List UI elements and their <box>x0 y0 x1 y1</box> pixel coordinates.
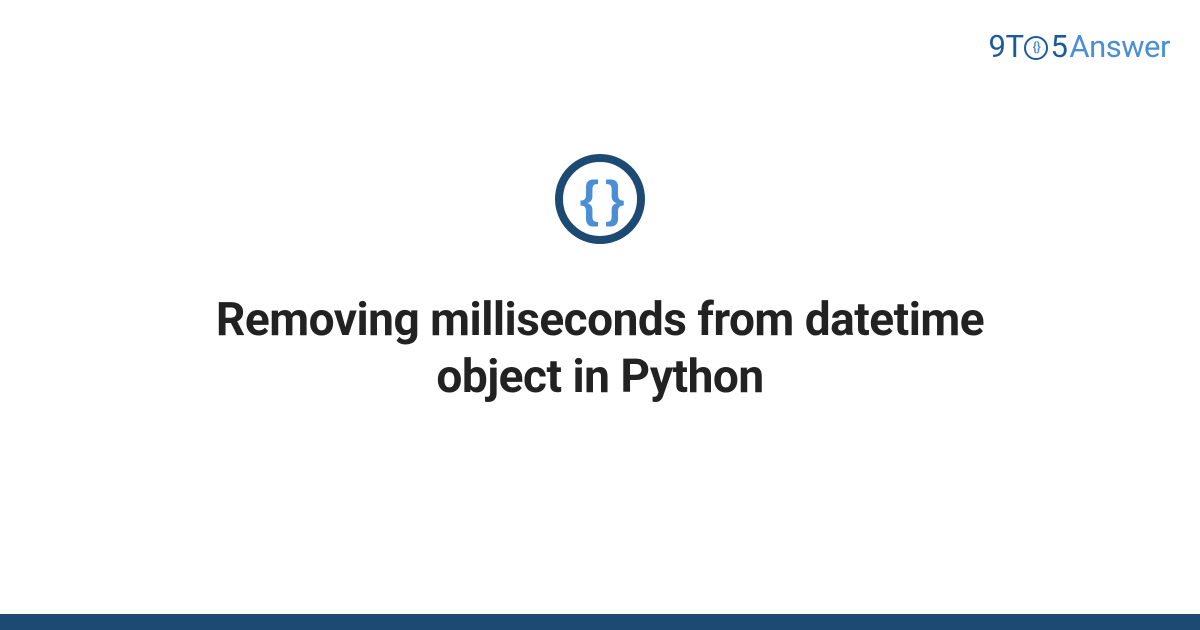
code-category-icon: { } <box>555 154 645 244</box>
bottom-accent-bar <box>0 614 1200 630</box>
braces-icon: { } <box>580 174 621 224</box>
main-content: { } Removing milliseconds from datetime … <box>0 0 1200 630</box>
page-title: Removing milliseconds from datetime obje… <box>150 292 1050 407</box>
